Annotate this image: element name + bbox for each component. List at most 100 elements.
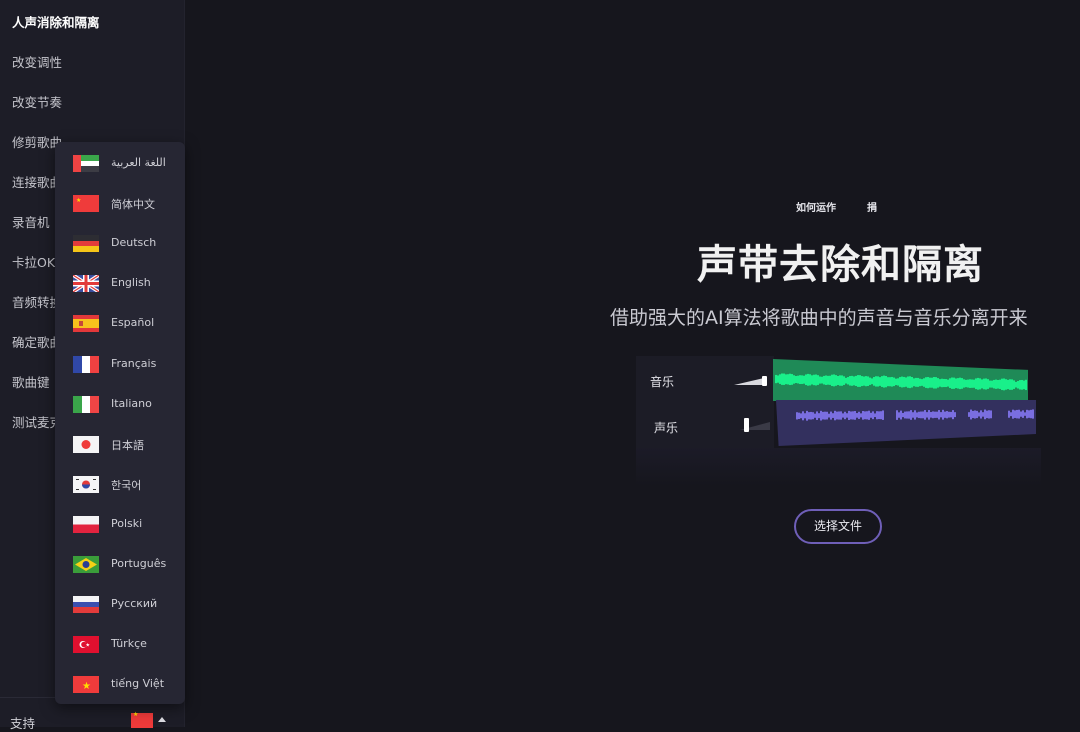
music-wave-bar — [1015, 381, 1017, 388]
sidebar-item[interactable]: 改变节奏 — [12, 92, 62, 111]
page-subtitle: 借助强大的AI算法将歌曲中的声音与音乐分离开来 — [610, 307, 1028, 329]
vocal-wave-bar — [984, 409, 986, 420]
music-wave-bar — [919, 378, 921, 387]
donate-link[interactable]: 捐 — [867, 199, 877, 214]
vocal-wave-bar — [806, 410, 808, 421]
language-label: Português — [111, 557, 167, 570]
music-wave-bar — [899, 377, 901, 387]
music-wave-bar — [821, 376, 823, 384]
music-wave-bar — [937, 378, 939, 388]
music-wave-bar — [953, 377, 955, 389]
language-label: Italiano — [111, 396, 152, 410]
music-wave-bar — [1007, 379, 1009, 390]
music-wave-bar — [839, 375, 841, 386]
language-option[interactable]: Русский — [55, 585, 185, 621]
vocal-wave-bar — [908, 411, 910, 419]
music-wave-bar — [879, 377, 881, 386]
demo-illustration: 音乐 声乐 — [636, 356, 1041, 486]
language-option[interactable]: Deutsch — [55, 224, 185, 260]
language-option[interactable]: ★ tiếng Việt — [55, 665, 185, 701]
music-wave-bar — [973, 379, 975, 388]
vocal-wave-bar — [970, 409, 972, 420]
music-wave-bar — [983, 378, 985, 390]
how-it-works-link[interactable]: 如何运作 — [796, 199, 836, 214]
language-menu: اللغة العربية ★ 简体中文 Deutsch English Español F… — [55, 142, 185, 704]
music-wave-bar — [959, 377, 961, 390]
language-label: Türkçe — [111, 637, 147, 651]
music-volume-slider-icon — [734, 376, 767, 386]
track-label-vocal: 声乐 — [654, 421, 679, 435]
music-wave-bar — [863, 376, 865, 386]
vocal-wave-bar — [926, 412, 928, 418]
language-option[interactable]: 한국어 — [55, 465, 185, 501]
music-wave-bar — [985, 378, 987, 390]
music-wave-bar — [809, 374, 811, 386]
music-wave-bar — [939, 379, 941, 387]
language-option[interactable]: ★ Türkçe — [55, 625, 185, 661]
vocal-wave-bar — [880, 411, 882, 420]
music-wave-bar — [895, 378, 897, 386]
vocal-wave-bar — [838, 411, 840, 420]
language-option[interactable]: ★ 简体中文 — [55, 184, 185, 220]
music-wave-bar — [929, 377, 931, 388]
music-wave-bar — [995, 379, 997, 389]
vocal-wave-bar — [832, 413, 834, 418]
language-label: Русский — [111, 597, 158, 611]
vocal-wave-bar — [878, 411, 880, 420]
vocal-wave-bar — [854, 411, 856, 420]
sidebar-item[interactable]: 录音机 — [12, 212, 50, 231]
flag-ae-icon — [73, 155, 99, 172]
vocal-wave-bar — [798, 412, 800, 420]
music-wave-bar — [1005, 379, 1007, 390]
sidebar-item[interactable]: 人声消除和隔离 — [12, 12, 100, 31]
music-wave-bar — [817, 375, 819, 385]
svg-text:★: ★ — [82, 681, 91, 692]
vocal-wave-bar — [1022, 410, 1024, 418]
music-wave-bar — [1013, 380, 1015, 389]
music-wave-bar — [949, 378, 951, 388]
language-option[interactable]: Français — [55, 345, 185, 381]
music-wave-bar — [875, 376, 877, 387]
music-wave-bar — [1009, 379, 1011, 390]
vocal-wave-bar — [810, 411, 812, 420]
music-waveform — [773, 359, 1028, 401]
flag-vn-icon: ★ — [73, 676, 99, 694]
music-wave-bar — [971, 379, 973, 388]
vocal-wave-bar — [844, 411, 846, 420]
vocal-wave-bar — [944, 411, 946, 418]
music-wave-bar — [855, 375, 857, 386]
sidebar-item[interactable]: 卡拉OK — [12, 252, 55, 271]
language-option[interactable]: Español — [55, 304, 185, 340]
music-wave-bar — [927, 377, 929, 389]
language-option[interactable]: Polski — [55, 505, 185, 541]
language-option[interactable]: English — [55, 264, 185, 300]
music-wave-bar — [873, 377, 875, 386]
choose-file-button[interactable]: 选择文件 — [794, 509, 882, 544]
music-wave-bar — [789, 373, 791, 386]
vocal-wave-bar — [840, 411, 842, 420]
vocal-wave-bar — [882, 410, 884, 420]
music-wave-bar — [891, 376, 893, 387]
music-wave-bar — [813, 374, 815, 386]
music-wave-bar — [897, 378, 899, 386]
music-wave-bar — [869, 377, 871, 385]
sidebar-item[interactable]: 歌曲键 — [12, 372, 50, 391]
sidebar-item[interactable]: 改变调性 — [12, 52, 62, 71]
language-option[interactable]: Português — [55, 545, 185, 581]
music-wave-bar — [805, 374, 807, 386]
language-option[interactable]: Italiano — [55, 385, 185, 421]
language-option[interactable]: 日本語 — [55, 425, 185, 461]
flag-cn-icon[interactable] — [131, 711, 153, 728]
vocal-wave-bar — [948, 411, 950, 418]
language-label: 한국어 — [111, 478, 142, 492]
music-wave-bar — [783, 373, 785, 385]
language-option[interactable]: اللغة العربية — [55, 144, 185, 180]
music-wave-bar — [877, 376, 879, 387]
music-wave-bar — [845, 377, 847, 384]
music-wave-bar — [815, 374, 817, 386]
track-panel: 音乐 声乐 — [636, 356, 774, 448]
music-wave-bar — [859, 375, 861, 387]
support-link[interactable]: 支持 — [10, 713, 35, 732]
caret-up-icon[interactable] — [158, 717, 166, 722]
music-wave-bar — [931, 377, 933, 388]
